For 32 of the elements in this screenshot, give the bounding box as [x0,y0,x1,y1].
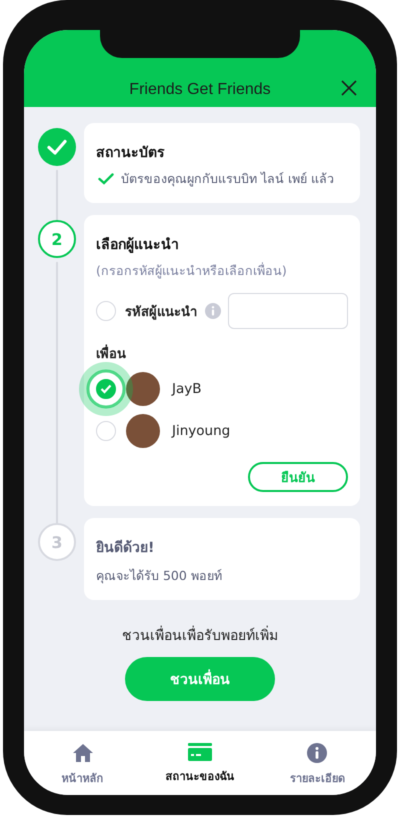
info-icon [307,743,328,763]
nav-tab[interactable]: รายละเอียด [258,731,376,795]
page-title: Friends Get Friends [129,81,271,99]
status-text: บัตรของคุณผูกกับแรบบิท ไลน์ เพย์ แล้ว [121,170,334,188]
step-number: 2 [38,220,76,258]
touch-indicator [78,361,134,417]
radio-button[interactable] [96,301,116,321]
friend-name: Jinyoung [172,423,230,439]
step-title: ยินดีด้วย! [96,538,156,558]
nav-tab[interactable]: สถานะของฉัน [141,731,259,795]
avatar [126,372,160,406]
step-number: 3 [38,523,76,561]
referral-code-field[interactable] [228,293,348,329]
invite-text: ชวนเพื่อนเพื่อรับพอยท์เพิ่ม [122,624,278,646]
step-done-icon [38,128,76,166]
radio-button[interactable] [96,379,116,399]
reward-text: คุณจะได้รับ 500 พอยท์ [96,567,223,586]
check-icon [98,173,114,185]
info-icon[interactable] [205,303,221,319]
home-icon [72,743,94,763]
friends-label: เพื่อน [96,343,348,364]
radio-button[interactable] [96,421,116,441]
friend-name: JayB [172,381,202,397]
nav-tab[interactable]: หน้าหลัก [24,731,142,795]
referral-code-label: รหัสผู้แนะนำ [125,304,197,322]
check-icon [100,384,112,394]
close-icon[interactable] [341,80,357,96]
hint-text: (กรอกรหัสผู้แนะนำหรือเลือกเพื่อน) [96,261,288,280]
step-title: สถานะบัตร [96,144,166,163]
avatar [126,414,160,448]
card-icon [188,743,212,761]
step-title: เลือกผู้แนะนำ [96,236,180,255]
